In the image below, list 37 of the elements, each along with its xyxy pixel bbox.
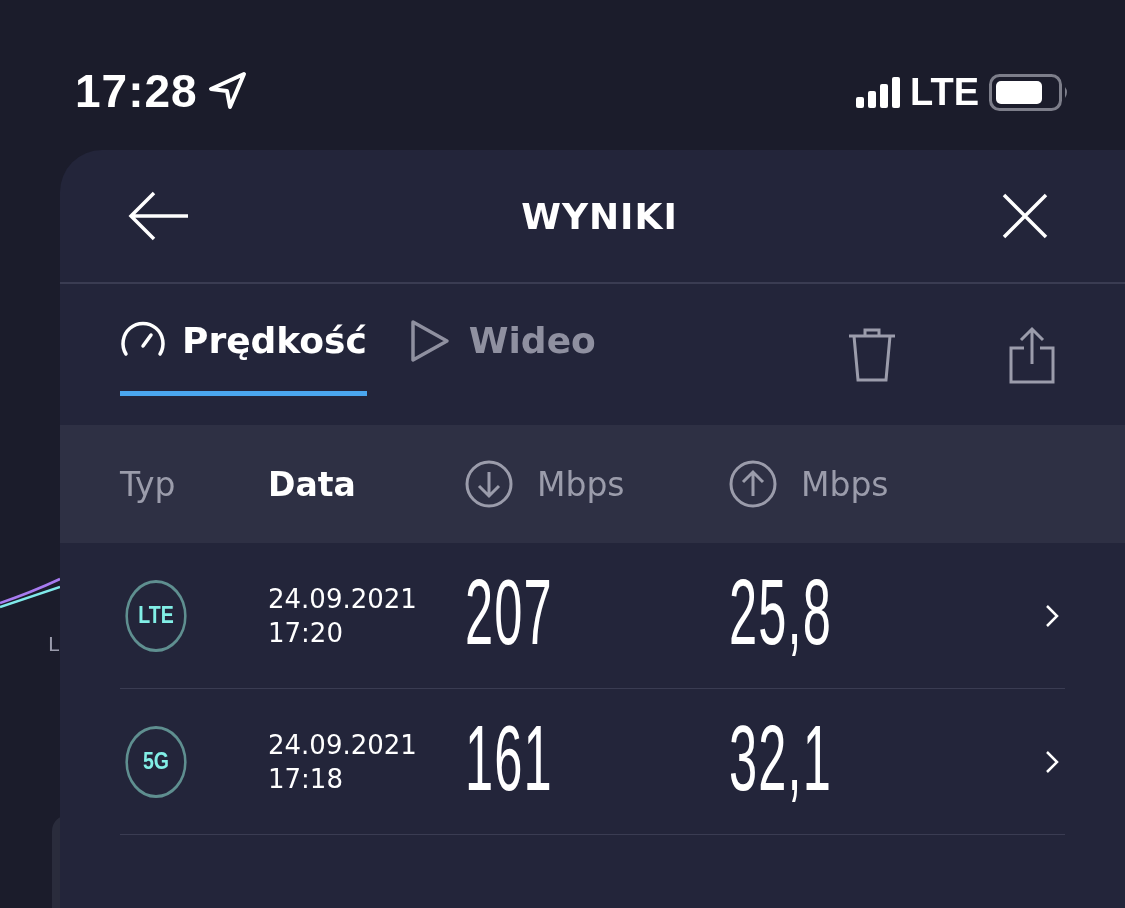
date-text: 24.09.2021	[268, 582, 417, 616]
trash-icon	[847, 326, 897, 383]
upload-speed: 32,1	[729, 711, 832, 804]
network-badge: 5G	[125, 725, 187, 798]
chart-label: L	[48, 632, 60, 656]
share-button[interactable]	[1009, 325, 1055, 384]
download-speed: 207	[465, 565, 553, 658]
column-header[interactable]: Data	[268, 464, 356, 504]
result-row[interactable]: 5G 24.09.2021 17:18 161 32,1	[120, 689, 1065, 835]
share-icon	[1009, 325, 1055, 384]
chevron-right-icon	[1045, 749, 1059, 774]
clock-time: 17:28	[75, 64, 198, 118]
download-speed: 161	[465, 711, 553, 804]
tab[interactable]: Wideo	[406, 290, 596, 396]
back-button[interactable]	[128, 191, 190, 241]
screen-title: WYNIKI	[521, 195, 678, 237]
delete-button[interactable]	[847, 326, 897, 383]
date-text: 24.09.2021	[268, 728, 417, 762]
signal-icon	[856, 76, 901, 108]
network-badge: LTE	[125, 579, 187, 652]
upload-icon	[729, 460, 777, 508]
battery-icon	[989, 73, 1069, 111]
chevron-right-icon	[1045, 603, 1059, 628]
close-icon	[1001, 192, 1049, 240]
location-arrow-icon	[207, 71, 248, 111]
result-row[interactable]: LTE 24.09.2021 17:20 207 25,8	[120, 543, 1065, 689]
tab[interactable]: Prędkość	[120, 290, 367, 396]
upload-speed: 25,8	[729, 565, 832, 658]
back-arrow-icon	[128, 191, 190, 241]
column-header[interactable]: Mbps	[801, 464, 889, 504]
time-text: 17:20	[268, 616, 343, 650]
download-icon	[465, 460, 513, 508]
column-header[interactable]: Mbps	[537, 464, 625, 504]
column-header[interactable]: Typ	[120, 464, 176, 504]
time-text: 17:18	[268, 762, 343, 796]
network-type: LTE	[910, 72, 979, 112]
close-button[interactable]	[1001, 192, 1049, 240]
